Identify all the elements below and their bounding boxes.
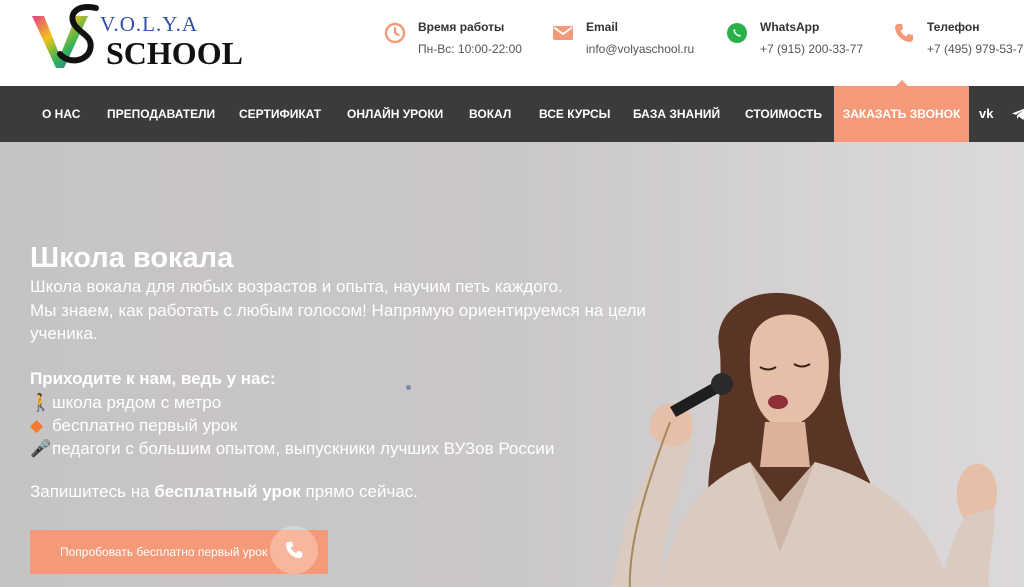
hero-cta-prefix: Запишитесь на xyxy=(30,482,155,501)
nav-item-teachers[interactable]: ПРЕПОДАВАТЕЛИ xyxy=(107,86,215,142)
contact-hours-label: Время работы xyxy=(418,20,505,34)
site-header: V.O.L.Y.A SCHOOL Время работы Пн-Вс: 10:… xyxy=(0,0,1024,86)
hero-section: Школа вокала Школа вокала для любых возр… xyxy=(0,142,1024,587)
phone-icon xyxy=(895,24,913,42)
decorative-dot xyxy=(406,385,411,390)
diamond-icon: ◆ xyxy=(30,416,44,435)
microphone-icon: 🎤 xyxy=(30,439,52,458)
contact-email: Email info@volyaschool.ru xyxy=(552,18,712,62)
person-walking-icon: 🚶 xyxy=(30,393,52,412)
contact-hours-value: Пн-Вс: 10:00-22:00 xyxy=(418,42,522,56)
try-free-lesson-button[interactable]: Попробовать бесплатно первый урок xyxy=(30,526,328,574)
nav-item-certificate[interactable]: СЕРТИФИКАТ xyxy=(239,86,321,142)
nav-item-about[interactable]: О НАС xyxy=(42,86,80,142)
logo-bottom-text: SCHOOL xyxy=(106,35,243,71)
singer-photo xyxy=(611,292,997,587)
phone-icon xyxy=(285,541,303,559)
contact-phone-label: Телефон xyxy=(927,20,980,34)
cta-notch xyxy=(895,80,909,87)
contact-email-label: Email xyxy=(586,20,619,34)
logo[interactable]: V.O.L.Y.A SCHOOL xyxy=(30,2,243,72)
clock-icon xyxy=(384,22,406,44)
hero-text-line-3: ученика. xyxy=(30,324,98,343)
feature-metro-text: школа рядом с метро xyxy=(52,393,222,412)
nav-item-all-courses[interactable]: ВСЕ КУРСЫ xyxy=(539,86,610,142)
email-icon xyxy=(553,26,573,40)
order-call-button[interactable]: ЗАКАЗАТЬ ЗВОНОК xyxy=(834,86,969,142)
nav-item-pricing[interactable]: СТОИМОСТЬ xyxy=(745,86,822,142)
hero-benefits-heading: Приходите к нам, ведь у нас: xyxy=(30,369,276,388)
hero-title: Школа вокала xyxy=(30,242,234,274)
main-nav: О НАС ПРЕПОДАВАТЕЛИ СЕРТИФИКАТ ОНЛАЙН УР… xyxy=(0,86,1024,142)
logo-top-text: V.O.L.Y.A xyxy=(100,12,199,36)
contact-whatsapp-label: WhatsApp xyxy=(760,20,820,34)
hero-cta-suffix: прямо сейчас. xyxy=(300,482,419,501)
contact-email-value[interactable]: info@volyaschool.ru xyxy=(586,42,694,56)
feature-free-lesson-text: бесплатно первый урок xyxy=(52,416,238,435)
feature-metro: 🚶школа рядом с метро xyxy=(30,393,221,413)
contact-whatsapp-value[interactable]: +7 (915) 200-33-77 xyxy=(760,42,863,56)
feature-teachers-text: педагоги с большим опытом, выпускники лу… xyxy=(52,439,555,458)
hero-cta-text: Запишитесь на бесплатный урок прямо сейч… xyxy=(30,482,418,502)
hero-cta-bold: бесплатный урок xyxy=(154,482,301,501)
feature-teachers: 🎤педагоги с большим опытом, выпускники л… xyxy=(30,439,554,459)
nav-item-knowledge-base[interactable]: БАЗА ЗНАНИЙ xyxy=(633,86,720,142)
telegram-icon[interactable] xyxy=(1011,106,1024,122)
nav-item-online-lessons[interactable]: ОНЛАЙН УРОКИ xyxy=(347,86,443,142)
contact-phone-value[interactable]: +7 (495) 979-53-7 xyxy=(927,42,1023,56)
vk-icon[interactable]: vk xyxy=(979,86,993,142)
contact-phone: Телефон +7 (495) 979-53-7 xyxy=(893,18,1024,62)
try-free-lesson-label: Попробовать бесплатно первый урок xyxy=(60,545,268,559)
whatsapp-icon xyxy=(727,23,747,43)
hero-text-line-2: Мы знаем, как работать с любым голосом! … xyxy=(30,301,646,320)
contact-hours: Время работы Пн-Вс: 10:00-22:00 xyxy=(384,18,544,62)
hero-text-line-1: Школа вокала для любых возрастов и опыта… xyxy=(30,277,563,296)
contact-whatsapp: WhatsApp +7 (915) 200-33-77 xyxy=(726,18,886,62)
feature-free-lesson: ◆ бесплатно первый урок xyxy=(30,416,237,436)
logo-monogram-icon xyxy=(32,4,99,68)
nav-item-vocal[interactable]: ВОКАЛ xyxy=(469,86,511,142)
